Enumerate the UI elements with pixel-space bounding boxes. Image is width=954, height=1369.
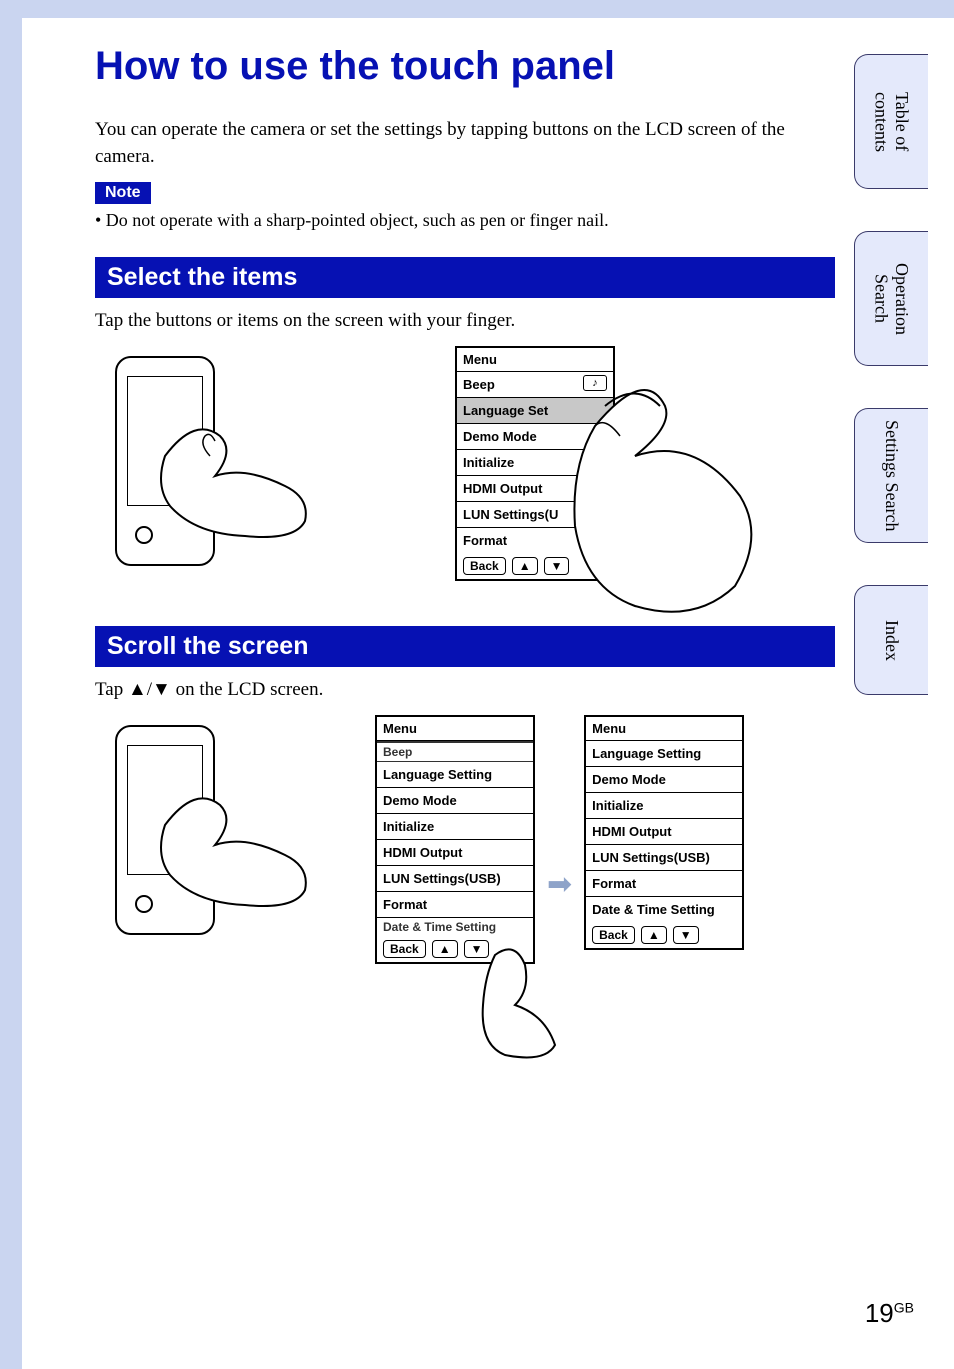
tapping-finger-icon — [475, 945, 565, 1065]
menu-item-label: Beep — [463, 377, 495, 392]
menu-title: Menu — [377, 717, 533, 741]
menu-item[interactable]: Format — [586, 871, 742, 897]
menu-item-partial: Date & Time Setting — [377, 918, 533, 936]
down-button[interactable]: ▼ — [673, 926, 699, 944]
menu-item[interactable]: Language Setting — [377, 762, 533, 788]
menu-item[interactable]: Format — [377, 892, 533, 918]
back-button[interactable]: Back — [463, 557, 506, 575]
section-select-heading: Select the items — [95, 257, 835, 298]
tab-settings-search[interactable]: Settings Search — [854, 408, 928, 543]
menu-panel-before: Menu Beep Language Setting Demo Mode Ini… — [375, 715, 535, 964]
menu-item[interactable]: Date & Time Setting — [586, 897, 742, 922]
page-number-suffix: GB — [894, 1299, 914, 1315]
menu-item[interactable]: Demo Mode — [377, 788, 533, 814]
scroll-illustration-row: Menu Beep Language Setting Demo Mode Ini… — [95, 715, 835, 965]
note-label: Note — [95, 182, 151, 204]
page-number-value: 19 — [865, 1298, 894, 1328]
side-tabs: Table of contents Operation Search Setti… — [854, 54, 928, 695]
menu-item[interactable]: Language Setting — [586, 741, 742, 767]
back-button[interactable]: Back — [383, 940, 426, 958]
menu-item-partial: Beep — [377, 741, 533, 762]
page-number: 19GB — [865, 1298, 914, 1329]
intro-text: You can operate the camera or set the se… — [95, 117, 835, 170]
section-scroll-heading: Scroll the screen — [95, 626, 835, 667]
menu-item[interactable]: LUN Settings(USB) — [586, 845, 742, 871]
menu-item[interactable]: HDMI Output — [377, 840, 533, 866]
section-scroll-text: Tap ▲/▼ on the LCD screen. — [95, 679, 835, 701]
hand-icon — [155, 775, 315, 915]
menu-item[interactable]: HDMI Output — [586, 819, 742, 845]
hand-icon — [155, 406, 315, 546]
menu-nav: Back ▲ ▼ — [586, 922, 742, 948]
section-select-text: Tap the buttons or items on the screen w… — [95, 310, 835, 332]
select-illustration-row: Menu Beep ♪ Language Set Demo Mode Initi… — [95, 346, 835, 596]
menu-item[interactable]: Demo Mode — [586, 767, 742, 793]
menu-item[interactable]: Initialize — [377, 814, 533, 840]
tab-table-of-contents[interactable]: Table of contents — [854, 54, 928, 189]
back-button[interactable]: Back — [592, 926, 635, 944]
page-title: How to use the touch panel — [95, 44, 835, 89]
camera-drawing — [95, 715, 295, 965]
menu-item[interactable]: LUN Settings(USB) — [377, 866, 533, 892]
up-button[interactable]: ▲ — [432, 940, 458, 958]
menu-item[interactable]: Initialize — [586, 793, 742, 819]
arrow-right-icon: ➡ — [547, 867, 572, 902]
tapping-hand-icon — [565, 366, 765, 626]
tab-index[interactable]: Index — [854, 585, 928, 695]
up-button[interactable]: ▲ — [641, 926, 667, 944]
main-content: How to use the touch panel You can opera… — [95, 44, 835, 965]
tab-operation-search[interactable]: Operation Search — [854, 231, 928, 366]
menu-title: Menu — [586, 717, 742, 741]
up-button[interactable]: ▲ — [512, 557, 538, 575]
camera-drawing — [95, 346, 295, 596]
note-text: • Do not operate with a sharp-pointed ob… — [95, 210, 835, 231]
menu-with-hand: Menu Beep ♪ Language Set Demo Mode Initi… — [455, 346, 615, 581]
menu-panel-after: Menu Language Setting Demo Mode Initiali… — [584, 715, 744, 950]
